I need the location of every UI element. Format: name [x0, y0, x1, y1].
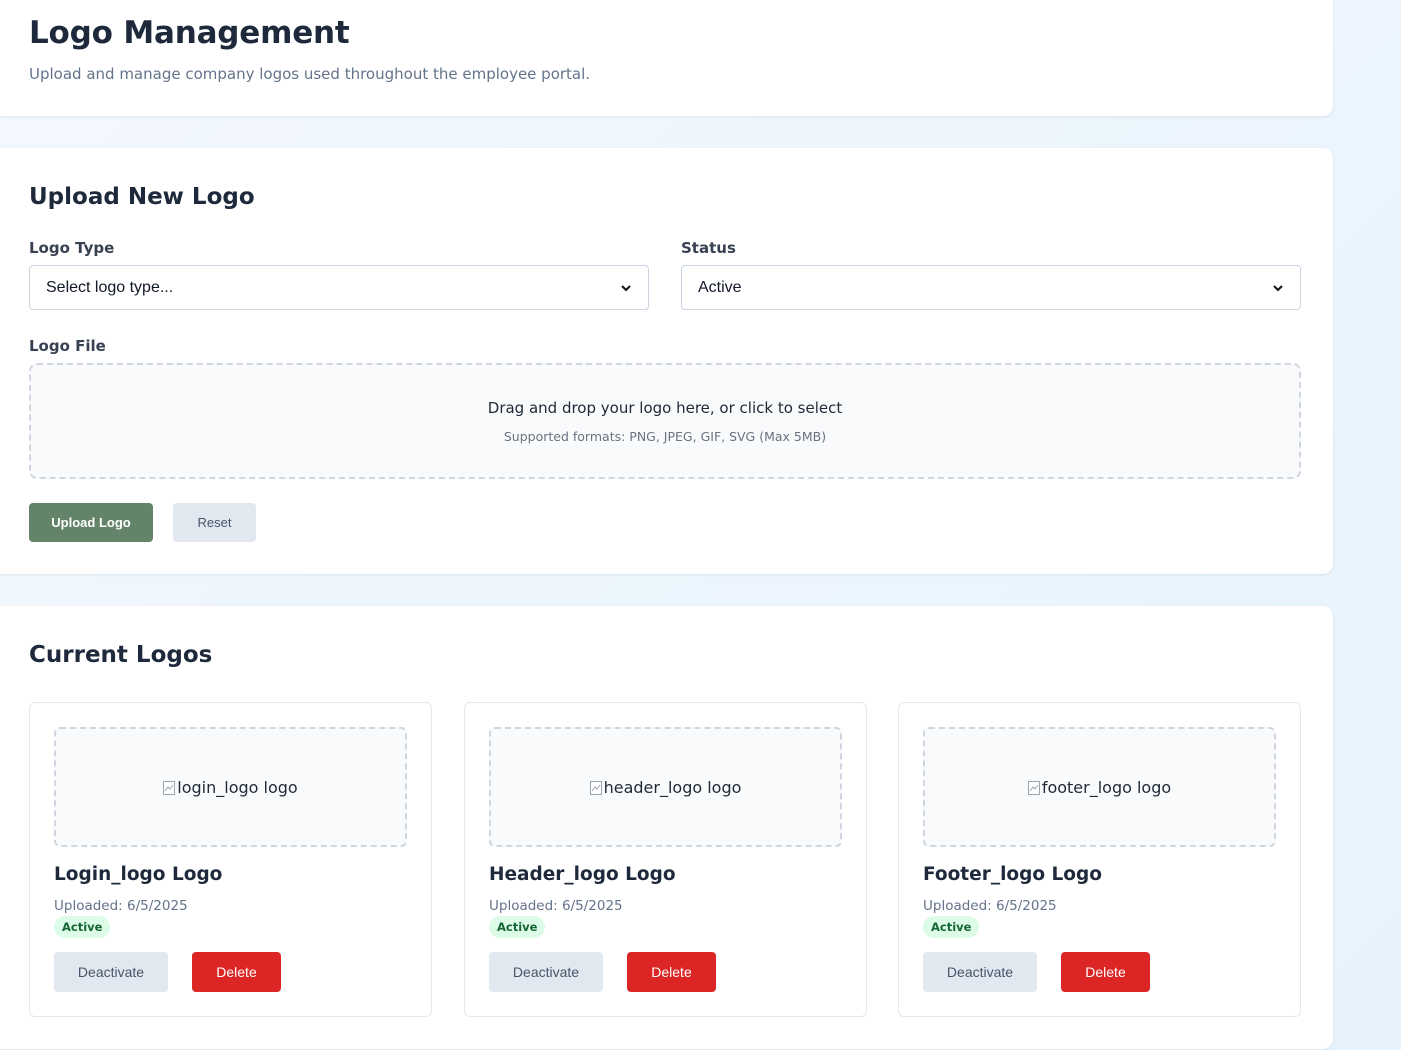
logo-upload-date: Uploaded: 6/5/2025: [54, 898, 188, 914]
page-title: Logo Management: [29, 15, 350, 51]
logo-title: Footer_logo Logo: [923, 864, 1102, 885]
logo-upload-date: Uploaded: 6/5/2025: [489, 898, 623, 914]
logo-image: header_logo logo: [589, 777, 742, 797]
status-value: Active: [698, 278, 742, 296]
logo-image: login_logo logo: [163, 777, 298, 797]
logo-type-select[interactable]: Select logo type...: [29, 265, 649, 310]
logo-title: Login_logo Logo: [54, 864, 223, 885]
logo-file-dropzone[interactable]: Drag and drop your logo here, or click t…: [29, 363, 1301, 479]
current-logos-heading: Current Logos: [29, 642, 213, 668]
logo-alt-text: header_logo logo: [603, 777, 742, 797]
deactivate-button[interactable]: Deactivate: [54, 952, 168, 992]
broken-image-icon: [163, 780, 176, 795]
upload-section: Upload New Logo Logo Type Select logo ty…: [0, 148, 1333, 574]
logo-upload-date: Uploaded: 6/5/2025: [923, 898, 1057, 914]
logo-preview: header_logo logo: [489, 727, 842, 847]
logo-card-header: header_logo logo Header_logo Logo Upload…: [464, 702, 867, 1017]
page-subtitle: Upload and manage company logos used thr…: [29, 65, 591, 83]
status-badge: Active: [923, 916, 980, 938]
logo-image: footer_logo logo: [1027, 777, 1172, 797]
chevron-down-icon: [620, 282, 632, 294]
broken-image-icon: [589, 780, 602, 795]
chevron-down-icon: [1272, 282, 1284, 294]
logo-card-login: login_logo logo Login_logo Logo Uploaded…: [29, 702, 432, 1017]
status-badge: Active: [489, 916, 546, 938]
dropzone-text: Drag and drop your logo here, or click t…: [487, 399, 843, 417]
logo-type-value: Select logo type...: [46, 278, 174, 296]
logo-file-label: Logo File: [29, 337, 106, 355]
dropzone-formats: Supported formats: PNG, JPEG, GIF, SVG (…: [503, 429, 827, 444]
deactivate-button[interactable]: Deactivate: [489, 952, 603, 992]
delete-button[interactable]: Delete: [192, 952, 281, 992]
broken-image-icon: [1027, 780, 1040, 795]
delete-button[interactable]: Delete: [1061, 952, 1150, 992]
page-header: Logo Management Upload and manage compan…: [0, 0, 1333, 116]
logo-alt-text: login_logo logo: [177, 777, 298, 797]
logo-alt-text: footer_logo logo: [1041, 777, 1172, 797]
deactivate-button[interactable]: Deactivate: [923, 952, 1037, 992]
upload-logo-button[interactable]: Upload Logo: [29, 503, 153, 542]
logo-title: Header_logo Logo: [489, 864, 676, 885]
logo-preview: login_logo logo: [54, 727, 407, 847]
reset-button[interactable]: Reset: [173, 503, 256, 542]
delete-button[interactable]: Delete: [627, 952, 716, 992]
logo-card-footer: footer_logo logo Footer_logo Logo Upload…: [898, 702, 1301, 1017]
status-select[interactable]: Active: [681, 265, 1301, 310]
status-badge: Active: [54, 916, 111, 938]
upload-heading: Upload New Logo: [29, 184, 255, 210]
logo-preview: footer_logo logo: [923, 727, 1276, 847]
status-label: Status: [681, 239, 736, 257]
logo-type-label: Logo Type: [29, 239, 115, 257]
current-logos-section: Current Logos login_logo logo Login_logo…: [0, 606, 1333, 1049]
